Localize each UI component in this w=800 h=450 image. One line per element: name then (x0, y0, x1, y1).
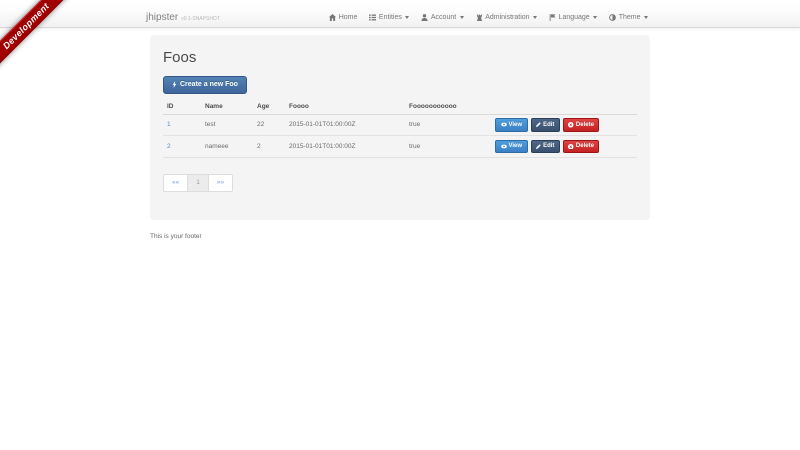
pencil-icon (536, 122, 541, 127)
column-header-age: Age (253, 99, 285, 115)
table-row: 2 nameee 2 2015-01-01T01:00:00Z true Vie… (163, 136, 637, 158)
nav-item-home[interactable]: Home (323, 7, 363, 28)
pagination: «« 1 »» (163, 174, 233, 193)
column-header-actions (491, 99, 637, 115)
nav-item-label: Language (559, 14, 590, 21)
cell-fooooooooooo: true (405, 136, 491, 158)
nav-item-label: Theme (619, 14, 641, 21)
edit-label: Edit (543, 122, 554, 129)
create-foo-label: Create a new Foo (180, 81, 238, 88)
view-button[interactable]: View (495, 140, 528, 154)
footer-text: This is your footer (150, 233, 650, 240)
table-row: 1 test 22 2015-01-01T01:00:00Z true View (163, 114, 637, 136)
create-foo-button[interactable]: Create a new Foo (163, 76, 247, 94)
nav-item-label: Account (431, 14, 456, 21)
view-label: View (509, 143, 523, 150)
nav-item-label: Home (339, 14, 358, 21)
pagination-first-button[interactable]: «« (163, 174, 188, 193)
nav-item-theme[interactable]: Theme (603, 7, 654, 28)
remove-circle-icon (568, 144, 574, 150)
nav-item-entities[interactable]: Entities (363, 7, 415, 28)
caret-down-icon (644, 16, 648, 19)
nav-item-label: Entities (379, 14, 402, 21)
pencil-icon (536, 144, 541, 149)
brand-link[interactable]: jhipster v0.1-SNAPSHOT (146, 12, 220, 23)
caret-down-icon (460, 16, 464, 19)
edit-button[interactable]: Edit (531, 140, 560, 154)
nav-item-account[interactable]: Account (415, 7, 469, 28)
brand-version: v0.1-SNAPSHOT (181, 16, 220, 22)
navbar: jhipster v0.1-SNAPSHOT Home Entities (0, 7, 800, 28)
nav-item-language[interactable]: Language (543, 7, 603, 28)
column-header-id: ID (163, 99, 201, 115)
flash-icon (172, 81, 177, 88)
page-title: Foos (163, 49, 637, 66)
delete-button[interactable]: Delete (563, 140, 600, 154)
cell-fooooooooooo: true (405, 114, 491, 136)
caret-down-icon (593, 16, 597, 19)
cell-foooo: 2015-01-01T01:00:00Z (285, 136, 405, 158)
pagination-last-button[interactable]: »» (208, 174, 233, 193)
navbar-menu: Home Entities Account Adminis (323, 7, 654, 28)
row-id-link[interactable]: 2 (167, 143, 171, 150)
column-header-fooooooooooo: Fooooooooooo (405, 99, 491, 115)
home-icon (329, 14, 336, 21)
cell-age: 2 (253, 136, 285, 158)
table-header-row: ID Name Age Foooo Fooooooooooo (163, 99, 637, 115)
foos-panel: Foos Create a new Foo ID Name Age Foooo … (150, 35, 650, 220)
remove-circle-icon (568, 122, 574, 128)
cell-name: test (201, 114, 253, 136)
view-label: View (509, 122, 523, 129)
tower-icon (476, 14, 483, 21)
adjust-icon (609, 14, 616, 21)
delete-label: Delete (576, 122, 594, 129)
eye-icon (501, 122, 507, 127)
column-header-name: Name (201, 99, 253, 115)
cell-age: 22 (253, 114, 285, 136)
flag-icon (549, 14, 556, 21)
eye-icon (501, 144, 507, 149)
delete-button[interactable]: Delete (563, 118, 600, 132)
cell-name: nameee (201, 136, 253, 158)
row-id-link[interactable]: 1 (167, 121, 171, 128)
edit-button[interactable]: Edit (531, 118, 560, 132)
cell-foooo: 2015-01-01T01:00:00Z (285, 114, 405, 136)
pagination-current-page[interactable]: 1 (187, 174, 209, 193)
delete-label: Delete (576, 143, 594, 150)
caret-down-icon (405, 16, 409, 19)
list-icon (369, 14, 376, 21)
nav-item-label: Administration (485, 14, 529, 21)
column-header-foooo: Foooo (285, 99, 405, 115)
view-button[interactable]: View (495, 118, 528, 132)
nav-item-administration[interactable]: Administration (470, 7, 543, 28)
foos-table: ID Name Age Foooo Fooooooooooo 1 test 22… (163, 99, 637, 158)
caret-down-icon (533, 16, 537, 19)
main-content: Foos Create a new Foo ID Name Age Foooo … (150, 35, 650, 220)
user-icon (421, 14, 428, 21)
edit-label: Edit (543, 143, 554, 150)
brand-name: jhipster (146, 12, 178, 23)
